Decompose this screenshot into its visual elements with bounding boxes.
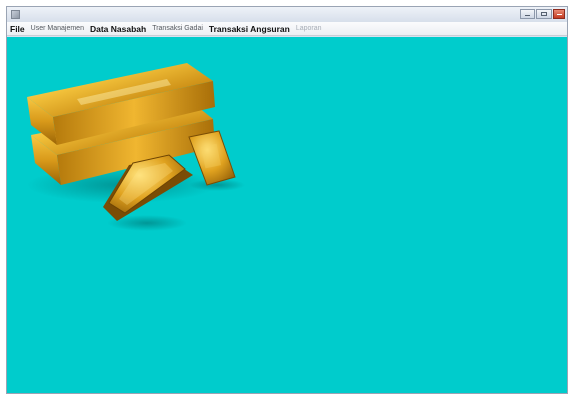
app-window: File User Manajemen Data Nasabah Transak… bbox=[6, 6, 568, 394]
menu-transaksi-angsuran[interactable]: Transaksi Angsuran bbox=[209, 23, 290, 35]
minimize-button[interactable] bbox=[520, 9, 535, 19]
close-button[interactable] bbox=[553, 9, 565, 19]
title-bar[interactable] bbox=[7, 7, 567, 22]
menu-user-manajemen[interactable]: User Manajemen bbox=[31, 23, 84, 35]
window-controls bbox=[520, 9, 565, 20]
menu-bar: File User Manajemen Data Nasabah Transak… bbox=[7, 22, 567, 36]
app-icon[interactable] bbox=[11, 10, 20, 19]
menu-data-nasabah[interactable]: Data Nasabah bbox=[90, 23, 146, 35]
menu-laporan: Laporan bbox=[295, 24, 322, 32]
menu-file[interactable]: File bbox=[10, 23, 25, 35]
menu-transaksi-gadai[interactable]: Transaksi Gadai bbox=[152, 23, 203, 35]
gold-bars-image bbox=[27, 63, 245, 231]
main-content-area bbox=[7, 37, 567, 393]
maximize-button[interactable] bbox=[536, 9, 552, 19]
